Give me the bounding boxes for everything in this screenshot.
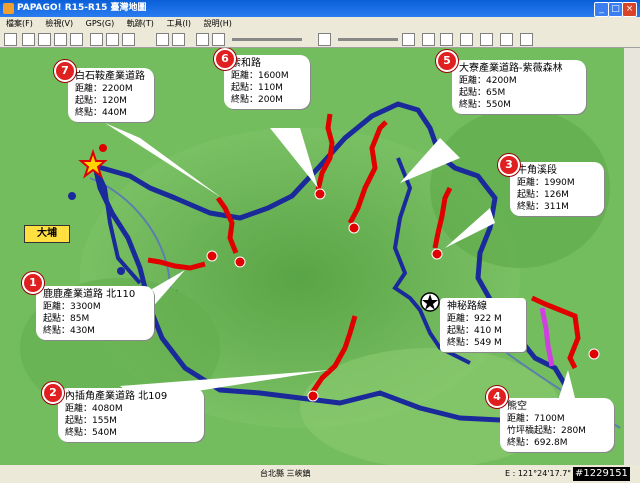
pan-hand-icon[interactable] [440,33,453,46]
location-text: 台北縣 三峽鎮 [260,469,311,478]
maximize-button[interactable]: □ [608,2,623,17]
menu-view[interactable]: 檢視(V) [45,17,73,31]
open-file-icon[interactable] [38,33,51,46]
status-bar: 台北縣 三峽鎮 E : 121°24'17.7" #1229151 [0,465,640,483]
vertical-scrollbar[interactable] [624,48,640,465]
print-icon[interactable] [70,33,83,46]
speed-slider[interactable] [232,38,302,41]
gps-icon[interactable] [122,33,135,46]
minimize-button[interactable]: _ [594,2,609,17]
zoom-out-icon[interactable] [318,33,331,46]
callout-5: 大寮產業道路-紫薇森林 距離：4200M 起點：65M 終點：550M [452,60,586,114]
pointer-icon[interactable] [422,33,435,46]
settings-icon[interactable] [520,33,533,46]
callout-2-badge: 2 [42,382,64,404]
menu-tools[interactable]: 工具(I) [166,17,191,31]
app-icon [3,3,14,14]
map-label: · [176,288,178,295]
callout-4: 熊空 距離：7100M 竹坪橋起點：280M 終點：692.8M [500,398,614,452]
callout-7-badge: 7 [54,60,76,82]
menu-gps[interactable]: GPS(G) [86,17,115,31]
callout-6: 紫和路 距離：1600M 起點：110M 終點：200M [224,55,310,109]
route-icon[interactable] [90,33,103,46]
coordinate-text: E : 121°24'17.7" [505,469,571,478]
callout-6-badge: 6 [214,48,236,70]
new-file-icon[interactable] [22,33,35,46]
map-view[interactable]: · 大埔 白石鞍產業道路 距離：2200M 起點：120M 終點：440M 7 … [0,48,624,465]
title-bar: PAPAGO! R15-R15 臺灣地圖 _ □ × [0,0,640,17]
watermark: #1229151 [573,467,630,481]
menu-track[interactable]: 軌跡(T) [127,17,154,31]
menu-help[interactable]: 說明(H) [204,17,232,31]
car-icon[interactable] [106,33,119,46]
menu-bar: 檔案(F) 檢視(V) GPS(G) 軌跡(T) 工具(I) 說明(H) [0,17,640,31]
zoom-slider[interactable] [338,38,398,41]
play-icon[interactable] [196,33,209,46]
callout-5-badge: 5 [436,50,458,72]
track-icon[interactable] [156,33,169,46]
window-title: PAPAGO! R15-R15 臺灣地圖 [17,3,147,13]
callout-7: 白石鞍產業道路 距離：2200M 起點：120M 終點：440M [68,68,154,122]
compass-icon[interactable] [460,33,473,46]
menu-file[interactable]: 檔案(F) [6,17,33,31]
layer-icon[interactable] [480,33,493,46]
rotate-icon[interactable] [500,33,513,46]
stop-icon[interactable] [212,33,225,46]
callout-4-badge: 4 [486,386,508,408]
tool-button-icon[interactable] [4,33,17,46]
callout-mystery: 神秘路線 距離：922 M 起點：410 M 終點：549 M [440,298,526,352]
callout-2: 內插角產業道路 北109 距離：4080M 起點：155M 終點：540M [58,388,204,442]
record-icon[interactable] [172,33,185,46]
callout-1: 鹿鹿產業道路 北110 距離：3300M 起點：85M 終點：430M [36,286,154,340]
toolbar [0,31,640,48]
town-label: 大埔 [24,225,70,243]
zoom-in-icon[interactable] [402,33,415,46]
callout-1-badge: 1 [22,272,44,294]
callout-3: 牛角溪段 距離：1990M 起點：126M 終點：311M [510,162,604,216]
close-button[interactable]: × [622,2,637,17]
save-icon[interactable] [54,33,67,46]
callout-3-badge: 3 [498,154,520,176]
